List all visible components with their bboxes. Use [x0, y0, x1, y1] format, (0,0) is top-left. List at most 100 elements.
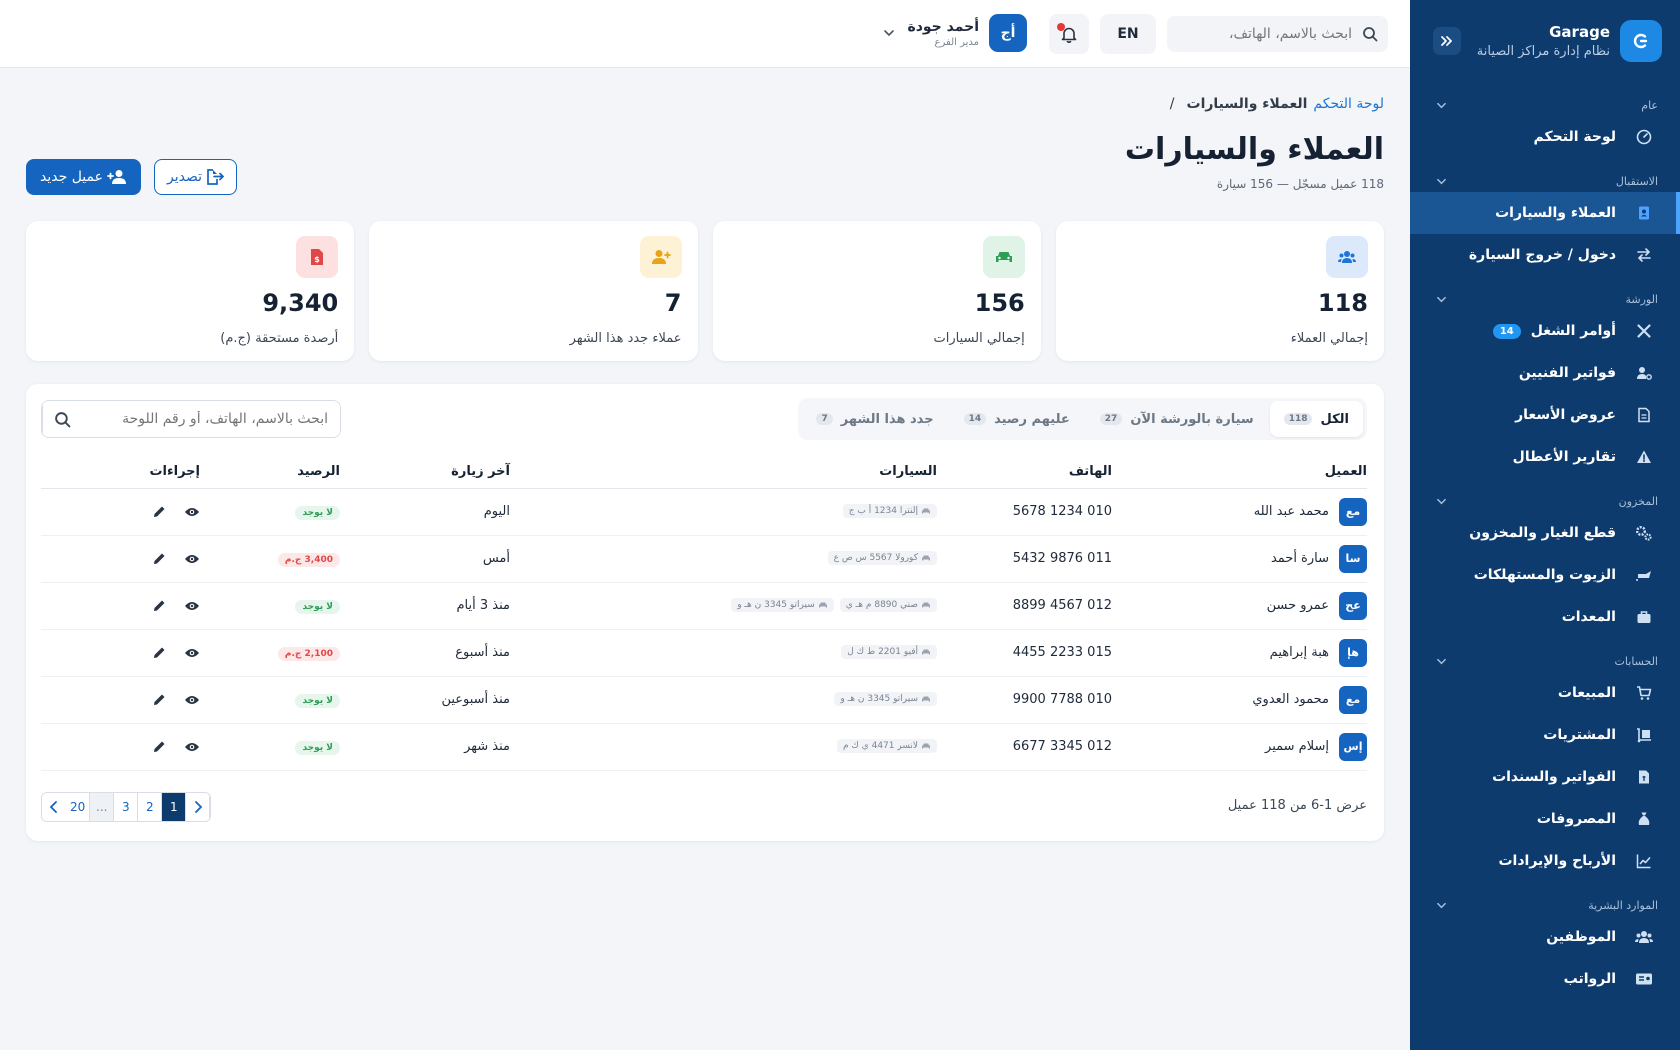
edit-button[interactable]: [152, 552, 166, 566]
language-toggle[interactable]: EN: [1100, 14, 1156, 54]
breadcrumb-home[interactable]: لوحة التحكم: [1313, 96, 1384, 112]
stat-value: 118: [1317, 289, 1368, 317]
client-name[interactable]: عمرو حسن: [1267, 598, 1329, 613]
filter-tab[interactable]: جدد هذا الشهر 7: [802, 401, 947, 437]
table-search-button[interactable]: [42, 401, 82, 437]
header-last-visit[interactable]: آخر زيارة: [340, 456, 510, 489]
pagination-page[interactable]: 1: [162, 793, 187, 821]
sidebar-item[interactable]: الفواتير والسندات: [1410, 756, 1680, 798]
car-chip[interactable]: سيراتو 3345 ن هـ و: [731, 598, 834, 612]
invoice-icon: [1634, 767, 1654, 787]
export-label: تصدير: [167, 169, 203, 185]
new-client-button[interactable]: عميل جديد: [26, 159, 141, 195]
pagination-page[interactable]: 3: [114, 793, 139, 821]
nav-section-header[interactable]: الورشة: [1410, 288, 1680, 310]
table-row[interactable]: هإ هبة إبراهيم 015 2233 4455 أفيو 2201 ط ك …: [41, 629, 1367, 677]
global-search[interactable]: [1167, 16, 1388, 52]
sidebar-item[interactable]: العملاء والسيارات: [1410, 192, 1680, 234]
sidebar-item[interactable]: المعدات: [1410, 596, 1680, 638]
car-chip[interactable]: أفيو 2201 ط ك ل: [841, 645, 937, 659]
view-button[interactable]: [184, 553, 200, 565]
page-subtitle: 118 عميل مسجّل — 156 سيارة: [1216, 177, 1384, 191]
filter-tab[interactable]: الكل 118: [1269, 401, 1363, 437]
global-search-input[interactable]: [1177, 26, 1352, 42]
car-chip[interactable]: إلنترا 1234 أ ب ج: [842, 504, 937, 518]
sidebar-item[interactable]: قطع الغيار والمخزون: [1410, 512, 1680, 554]
view-button[interactable]: [184, 741, 200, 753]
table-row[interactable]: عح عمرو حسن 012 4567 8899 صني 8890 م هـ ي سي…: [41, 582, 1367, 630]
edit-button[interactable]: [152, 693, 166, 707]
car-chip[interactable]: صني 8890 م هـ ي: [839, 598, 937, 612]
sidebar-item-label: المصروفات: [1536, 811, 1616, 827]
tab-count-badge: 14: [963, 413, 987, 425]
sidebar-item[interactable]: أوامر الشغل 14: [1410, 310, 1680, 352]
nav-section-header[interactable]: المخزون: [1410, 490, 1680, 512]
pagination-page[interactable]: 2: [138, 793, 163, 821]
nav-section-title: عام: [1641, 98, 1658, 112]
client-name[interactable]: محمود العدوي: [1252, 692, 1329, 707]
sidebar-item[interactable]: تقارير الأعطال: [1410, 436, 1680, 478]
user-plus-icon: [639, 236, 682, 278]
table-row[interactable]: سا سارة أحمد 011 9876 5432 كورولا 5567 س ص …: [41, 535, 1367, 583]
filter-tab[interactable]: سيارة بالورشة الآن 27: [1086, 401, 1268, 437]
sidebar-item[interactable]: لوحة التحكم: [1410, 116, 1680, 158]
sidebar-item[interactable]: الموظفين: [1410, 916, 1680, 958]
header-balance[interactable]: الرصيد: [200, 456, 340, 489]
svg-text:$: $: [314, 255, 320, 264]
table-row[interactable]: مع محمود العدوي 010 7788 9900 سيراتو 3345 ن…: [41, 676, 1367, 724]
tab-label: عليهم رصيد: [994, 411, 1070, 427]
header-phone[interactable]: الهاتف: [937, 456, 1112, 489]
export-button[interactable]: تصدير: [154, 159, 238, 195]
pencil-icon: [154, 694, 165, 705]
client-name[interactable]: محمد عبد الله: [1254, 504, 1329, 519]
pagination-page[interactable]: 20: [66, 793, 91, 821]
last-visit: منذ شهر: [340, 723, 510, 771]
sidebar: Garage نظام إدارة مراكز الصيانة عام لوحة …: [1410, 0, 1680, 1050]
header-cars[interactable]: السيارات: [510, 456, 937, 489]
balance-badge: لا يوجد: [295, 740, 340, 755]
car-chip-label: كورولا 5567 س ص ع: [833, 553, 918, 563]
sidebar-item[interactable]: المصروفات: [1410, 798, 1680, 840]
client-name[interactable]: هبة إبراهيم: [1270, 645, 1329, 660]
nav-section-header[interactable]: الحسابات: [1410, 650, 1680, 672]
notifications-button[interactable]: [1049, 14, 1089, 54]
sidebar-item[interactable]: المشتريات: [1410, 714, 1680, 756]
edit-button[interactable]: [152, 740, 166, 754]
warning-icon: [1634, 447, 1654, 467]
cogs-icon: [1634, 523, 1654, 543]
sidebar-item[interactable]: الأرباح والإيرادات: [1410, 840, 1680, 882]
view-button[interactable]: [184, 647, 200, 659]
sidebar-item[interactable]: دخول / خروج السيارة: [1410, 234, 1680, 276]
table-search-input[interactable]: [82, 401, 340, 437]
car-chip[interactable]: لانسر 4471 ي ك م: [836, 739, 937, 753]
view-button[interactable]: [184, 506, 200, 518]
users-icon: [1634, 927, 1654, 947]
header-client[interactable]: العميل: [1112, 456, 1367, 489]
edit-button[interactable]: [152, 646, 166, 660]
car-chip[interactable]: سيراتو 3345 ن هـ و: [834, 692, 937, 706]
view-button[interactable]: [184, 694, 200, 706]
nav-section-header[interactable]: الاستقبال: [1410, 170, 1680, 192]
client-name[interactable]: إسلام سمير: [1265, 739, 1329, 754]
sidebar-item[interactable]: فواتير الفنيين: [1410, 352, 1680, 394]
filter-tab[interactable]: عليهم رصيد 14: [950, 401, 1084, 437]
car-chip[interactable]: كورولا 5567 س ص ع: [827, 551, 937, 565]
edit-button[interactable]: [152, 599, 166, 613]
nav-section-header[interactable]: الموارد البشرية: [1410, 894, 1680, 916]
client-name[interactable]: سارة أحمد: [1271, 551, 1329, 566]
user-menu[interactable]: أج أحمد جودة مدير الفرع: [883, 14, 1027, 52]
pagination-prev-button[interactable]: [42, 793, 66, 821]
pagination-next-button[interactable]: [186, 793, 211, 821]
sidebar-item[interactable]: الرواتب: [1410, 958, 1680, 1000]
table-row[interactable]: إس إسلام سمير 012 3345 6677 لانسر 4471 ي ك …: [41, 723, 1367, 771]
nav-section-header[interactable]: عام: [1410, 94, 1680, 116]
sidebar-item[interactable]: المبيعات: [1410, 672, 1680, 714]
sidebar-item[interactable]: عروض الأسعار: [1410, 394, 1680, 436]
sidebar-item[interactable]: الزيوت والمستهلكات: [1410, 554, 1680, 596]
table-row[interactable]: مع محمد عبد الله 010 1234 5678 إلنترا 1234 …: [41, 488, 1367, 536]
view-button[interactable]: [184, 600, 200, 612]
table-search[interactable]: [41, 400, 341, 438]
edit-button[interactable]: [152, 505, 166, 519]
breadcrumb-current: العملاء والسيارات: [1186, 96, 1308, 112]
sidebar-collapse-button[interactable]: [1433, 27, 1461, 55]
